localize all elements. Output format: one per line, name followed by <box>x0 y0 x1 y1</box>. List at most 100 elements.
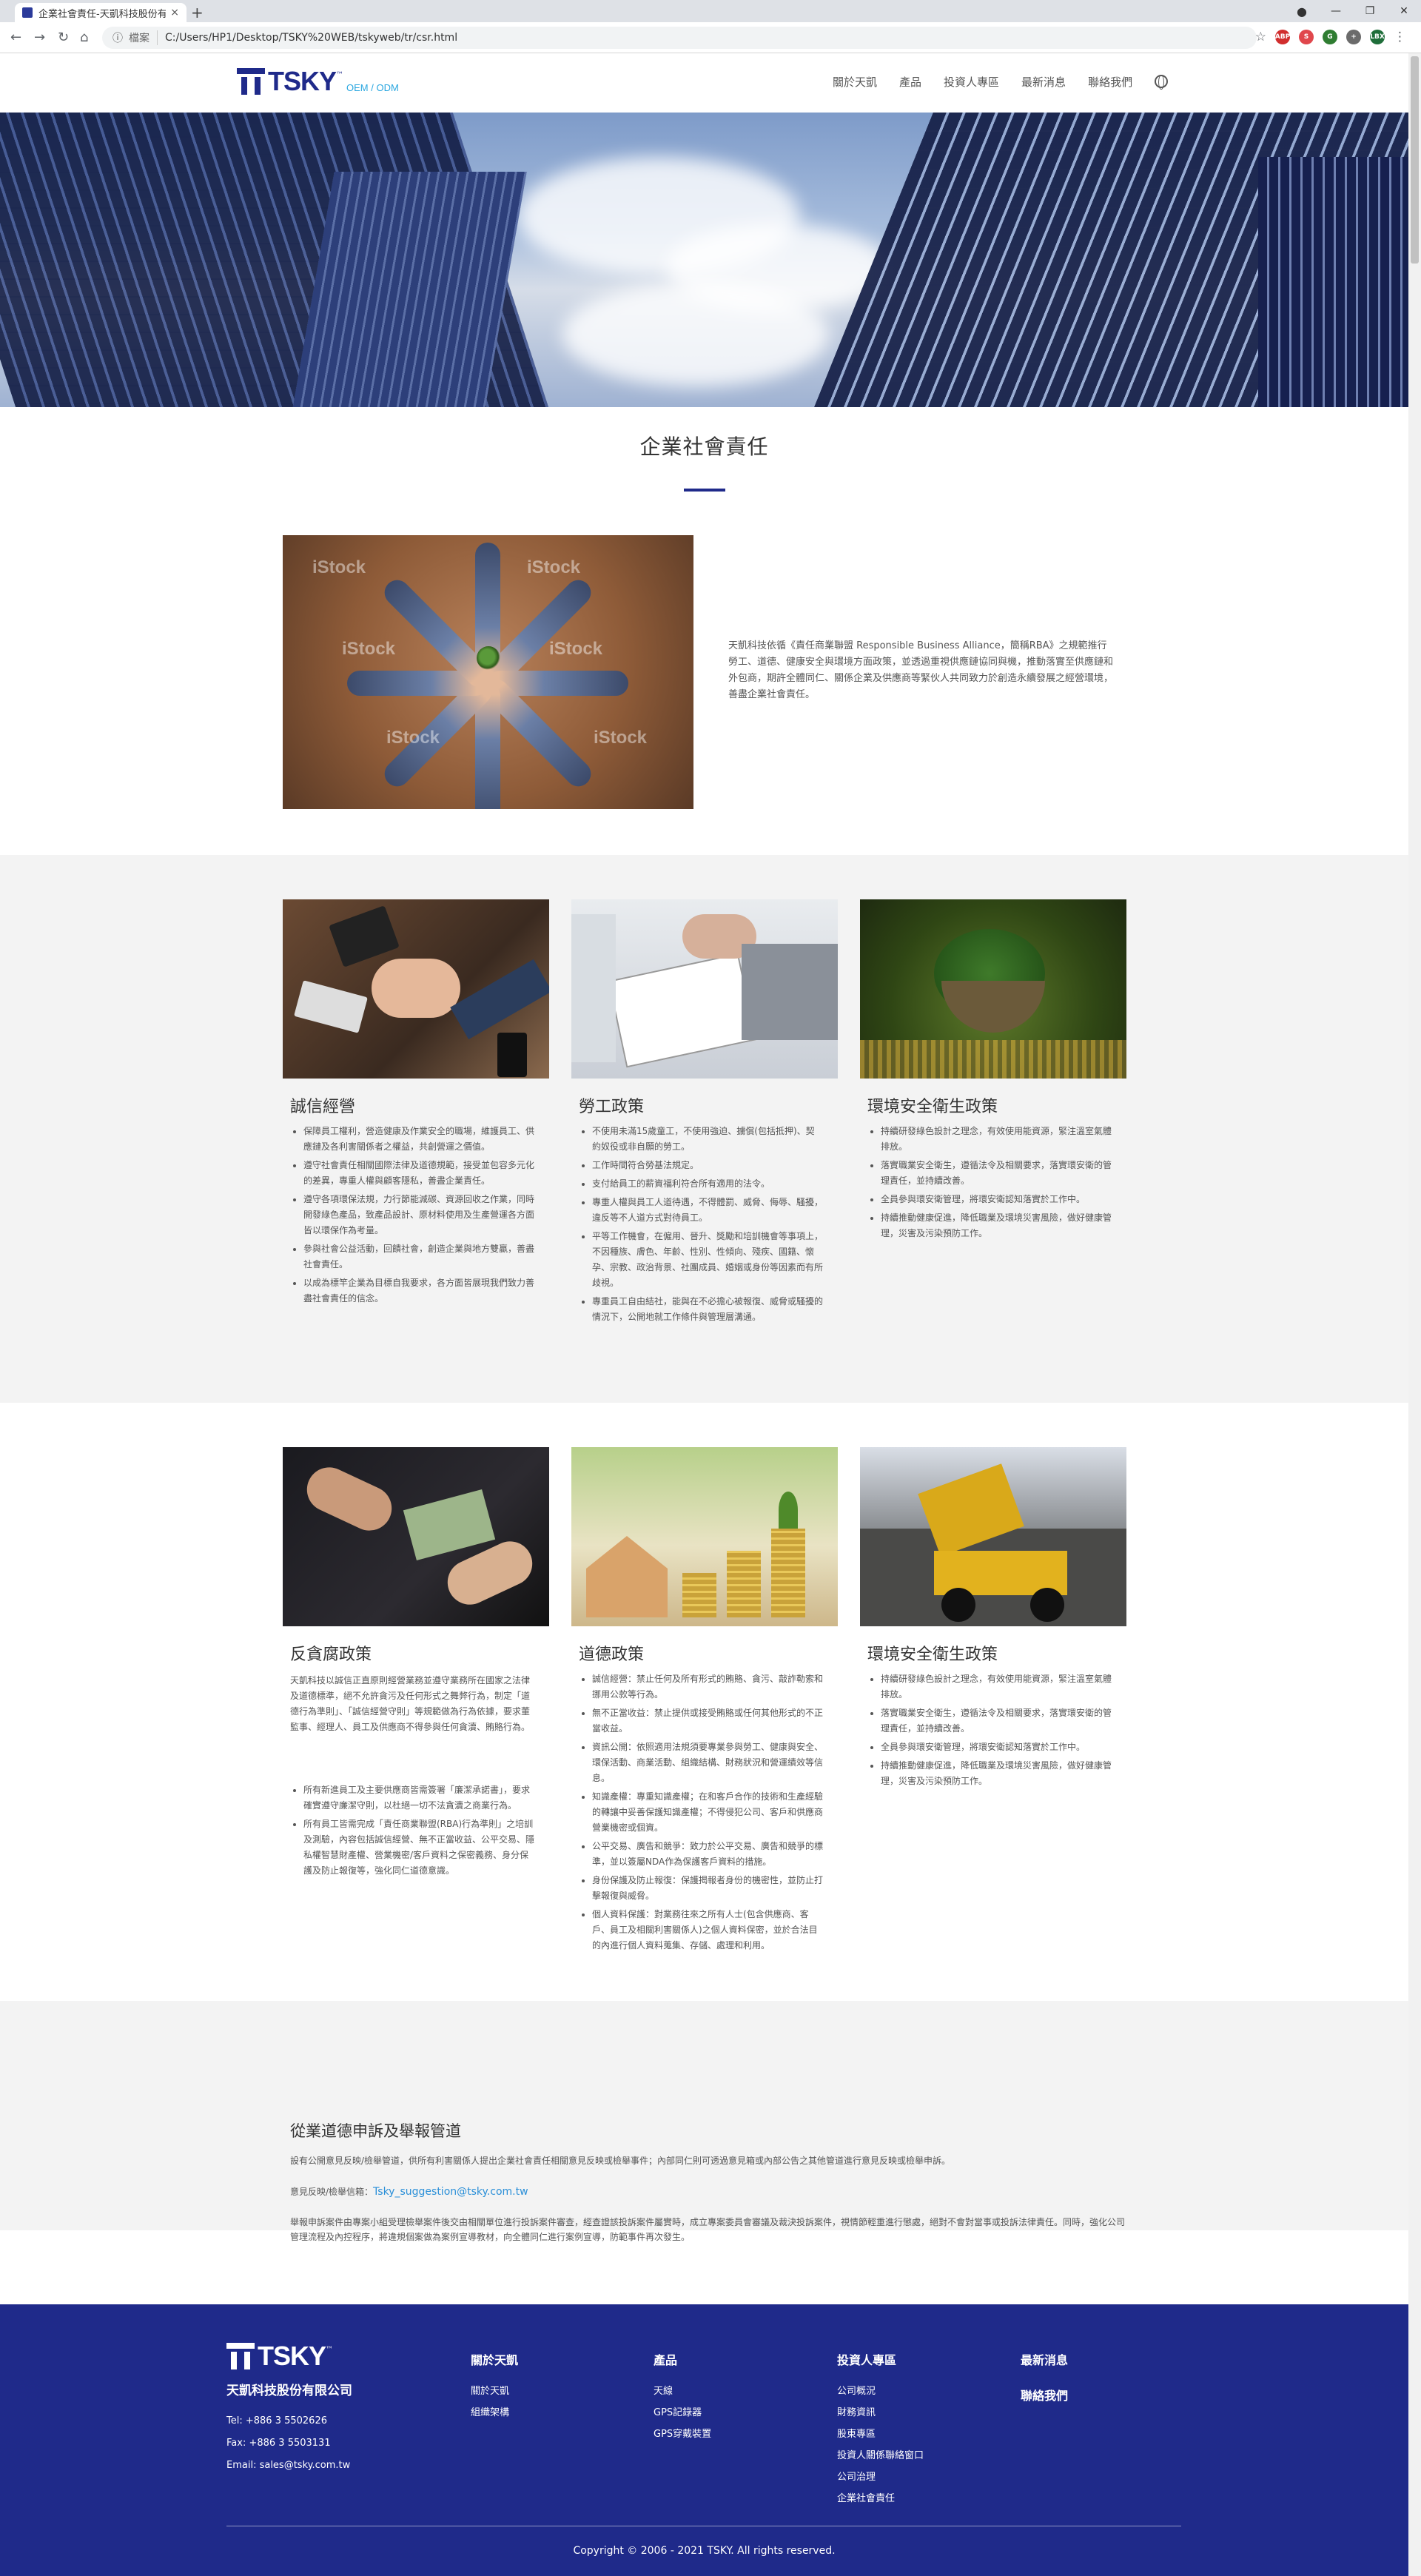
intro-paragraph: 天凱科技依循《責任商業聯盟 Responsible Business Allia… <box>728 640 1114 700</box>
list-item: 持續研發綠色設計之理念，有效使用能資源，緊注溫室氣體排放。 <box>881 1671 1112 1703</box>
nav-item-investors[interactable]: 投資人專區 <box>944 74 999 90</box>
scrollbar-thumb[interactable] <box>1411 56 1419 264</box>
footer-link[interactable]: 投資人關係聯絡窗口 <box>837 2447 924 2461</box>
footer-link[interactable]: 組織架構 <box>471 2404 518 2418</box>
favicon-icon <box>22 7 33 18</box>
footer-col-head[interactable]: 聯絡我們 <box>1021 2386 1068 2404</box>
card-title-labor: 勞工政策 <box>579 1098 645 1116</box>
watermark: iStock <box>386 728 440 748</box>
footer-link[interactable]: 財務資訊 <box>837 2404 924 2418</box>
card-list-environment-2: 持續研發綠色設計之理念，有效使用能資源，緊注溫室氣體排放。 落實職業安全衛生，遵… <box>867 1671 1112 1792</box>
url-bar[interactable]: ⓘ 檔案 C:/Users/HP1/Desktop/TSKY%20WEB/tsk… <box>102 27 1257 49</box>
list-item: 所有員工皆需完成「責任商業聯盟(RBA)行為準則」之培訓及測驗，內容包括誠信經營… <box>303 1817 534 1879</box>
logo-mark-icon <box>237 67 265 95</box>
labor-meeting-image <box>571 899 838 1079</box>
footer-logo[interactable]: TSKY ™ <box>226 2341 333 2369</box>
profile-record-icon[interactable]: ● <box>1285 4 1319 19</box>
environment-tree-image <box>860 899 1126 1079</box>
footer-logo-text: TSKY <box>258 2341 326 2371</box>
tsky-logo[interactable]: TSKY ™ OEM / ODM <box>237 67 399 95</box>
grievance-paragraph-2: 舉報申訴案件由專案小組受理檢舉案件後交由相關單位進行投訴案件審查，經查證該投訴案… <box>290 2217 1126 2242</box>
tab-close-icon[interactable]: × <box>170 7 179 19</box>
browser-tab[interactable]: 企業社會責任-天凱科技股份有限 × <box>15 3 187 22</box>
hero-building-right-2 <box>1258 157 1408 407</box>
maximize-icon[interactable]: ❐ <box>1353 5 1387 17</box>
list-item: 持續研發綠色設計之理念，有效使用能資源，緊注溫室氣體排放。 <box>881 1124 1112 1155</box>
footer-link[interactable]: GPS穿戴裝置 <box>654 2426 711 2440</box>
language-globe-icon[interactable] <box>1155 75 1169 90</box>
watermark: iStock <box>342 639 396 659</box>
footer-col-head[interactable]: 產品 <box>654 2350 711 2368</box>
url-text[interactable]: C:/Users/HP1/Desktop/TSKY%20WEB/tskyweb/… <box>165 32 457 44</box>
list-item: 專重員工自由結社，能與在不必擔心被報復、威脅或騷擾的情況下，公開地就工作條件與管… <box>592 1294 823 1325</box>
nav-item-about[interactable]: 關於天凱 <box>833 74 877 90</box>
footer-col-head[interactable]: 投資人專區 <box>837 2350 924 2368</box>
list-item: 遵守社會責任相關國際法律及道德規範，接受並包容多元化的差異，專重人權與顧客隱私，… <box>303 1158 534 1189</box>
footer-logo-tm: ™ <box>326 2346 334 2354</box>
nav-item-contact[interactable]: 聯絡我們 <box>1088 74 1132 90</box>
extensions-puzzle-icon[interactable]: + <box>1346 30 1361 44</box>
tab-title: 企業社會責任-天凱科技股份有限 <box>38 8 167 20</box>
extension-g-icon[interactable]: G <box>1323 30 1337 44</box>
card-title-anti-corruption: 反貪腐政策 <box>290 1646 372 1664</box>
footer-col-products: 產品 天線 GPS記錄器 GPS穿戴裝置 <box>654 2350 711 2447</box>
title-underline <box>684 489 725 492</box>
logo-subtitle: OEM / ODM <box>346 82 399 93</box>
card-paragraph-anti-corruption: 天凱科技以誠信正直原則經營業務並遵守業務所在國家之法律及道德標準，絕不允許貪污及… <box>290 1675 531 1732</box>
scrollbar-track[interactable] <box>1408 53 1421 2576</box>
footer-col-investors: 投資人專區 公司概況 財務資訊 股東專區 投資人關係聯絡窗口 公司治理 企業社會… <box>837 2350 924 2512</box>
footer-link[interactable]: 公司治理 <box>837 2469 924 2483</box>
footer-link[interactable]: GPS記錄器 <box>654 2404 711 2418</box>
reload-icon[interactable]: ↻ <box>58 30 69 45</box>
new-tab-button[interactable]: + <box>191 4 204 21</box>
card-list-anti-corruption: 所有新進員工及主要供應商皆需簽署「廉潔承諾書」，要求確實遵守廉潔守則，以杜絕一切… <box>290 1782 534 1882</box>
address-toolbar: ← → ↻ ⌂ ⓘ 檔案 C:/Users/HP1/Desktop/TSKY%2… <box>0 22 1421 53</box>
bookmark-star-icon[interactable]: ☆ <box>1255 30 1266 44</box>
list-item: 不使用未滿15歲童工，不使用強迫、擄償(包括抵押)、契約奴役或非自願的勞工。 <box>592 1124 823 1155</box>
list-item: 持續推動健康促進，降低職業及環境災害風險，做好健康管理，災害及污染預防工作。 <box>881 1758 1112 1789</box>
profile-avatar-icon[interactable]: LBX <box>1370 30 1385 44</box>
footer-company-name: 天凱科技股份有限公司 <box>226 2384 352 2398</box>
footer-email[interactable]: Email: sales@tsky.com.tw <box>226 2460 350 2471</box>
footer-link[interactable]: 關於天凱 <box>471 2383 518 2397</box>
browser-tabbar: 企業社會責任-天凱科技股份有限 × + ● — ❐ ✕ <box>0 0 1421 22</box>
footer-link[interactable]: 股東專區 <box>837 2426 924 2440</box>
home-icon[interactable]: ⌂ <box>80 30 88 45</box>
nav-item-news[interactable]: 最新消息 <box>1021 74 1066 90</box>
footer-col-head[interactable]: 關於天凱 <box>471 2350 518 2368</box>
card-list-integrity: 保障員工權利，營造健康及作業安全的職場，維護員工、供應鏈及各利害關係者之權益，共… <box>290 1124 534 1309</box>
list-item: 工作時間符合勞基法規定。 <box>592 1158 823 1173</box>
extension-s-icon[interactable]: S <box>1299 30 1314 44</box>
list-item: 參與社會公益活動，回饋社會，創造企業與地方雙贏，善盡社會責任。 <box>303 1241 534 1272</box>
back-icon[interactable]: ← <box>10 30 21 45</box>
footer-link[interactable]: 天線 <box>654 2383 711 2397</box>
footer-link[interactable]: 企業社會責任 <box>837 2490 924 2504</box>
window-close-icon[interactable]: ✕ <box>1387 5 1421 17</box>
card-title-environment-2: 環境安全衛生政策 <box>867 1646 998 1664</box>
info-icon[interactable]: ⓘ <box>112 30 123 45</box>
footer-col-head[interactable]: 最新消息 <box>1021 2350 1068 2368</box>
site-footer: TSKY ™ 天凱科技股份有限公司 Tel: +886 3 5502626 Fa… <box>0 2304 1408 2576</box>
card-title-environment: 環境安全衛生政策 <box>867 1098 998 1116</box>
list-item: 保障員工權利，營造健康及作業安全的職場，維護員工、供應鏈及各利害關係者之權益，共… <box>303 1124 534 1155</box>
nav-item-products[interactable]: 產品 <box>899 74 921 90</box>
footer-link[interactable]: 公司概況 <box>837 2383 924 2397</box>
forward-icon[interactable]: → <box>34 30 45 45</box>
page-title: 企業社會責任 <box>639 435 769 459</box>
footer-fax: Fax: +886 3 5503131 <box>226 2438 331 2449</box>
minimize-icon[interactable]: — <box>1319 5 1353 17</box>
list-item: 平等工作機會，在僱用、晉升、獎勵和培訓機會等事項上，不因種族、膚色、年齡、性別、… <box>592 1229 823 1291</box>
site-header: TSKY ™ OEM / ODM 關於天凱 產品 投資人專區 最新消息 聯絡我們 <box>0 53 1408 113</box>
list-item: 所有新進員工及主要供應商皆需簽署「廉潔承諾書」，要求確實遵守廉潔守則，以杜絕一切… <box>303 1782 534 1814</box>
browser-menu-icon[interactable]: ⋮ <box>1394 30 1406 44</box>
anti-corruption-money-image <box>283 1447 549 1626</box>
logo-mark-icon <box>226 2341 255 2369</box>
grievance-email-link[interactable]: Tsky_suggestion@tsky.com.tw <box>373 2186 528 2198</box>
list-item: 個人資料保護：對業務往來之所有人士(包含供應商、客戶、員工及相關利害關係人)之個… <box>592 1907 823 1953</box>
footer-col-news-contact: 最新消息 聯絡我們 <box>1021 2350 1068 2418</box>
logo-tm: ™ <box>336 71 344 79</box>
grievance-email-row: 意見反映/檢舉信箱：Tsky_suggestion@tsky.com.tw <box>290 2184 1126 2199</box>
extension-adblock-icon[interactable]: ABP <box>1275 30 1290 44</box>
logo-text: TSKY <box>268 66 337 96</box>
grievance-paragraph-1: 設有公開意見反映/檢舉管道，供所有利害關係人提出企業社會責任相關意見反映或檢舉事… <box>290 2156 951 2166</box>
